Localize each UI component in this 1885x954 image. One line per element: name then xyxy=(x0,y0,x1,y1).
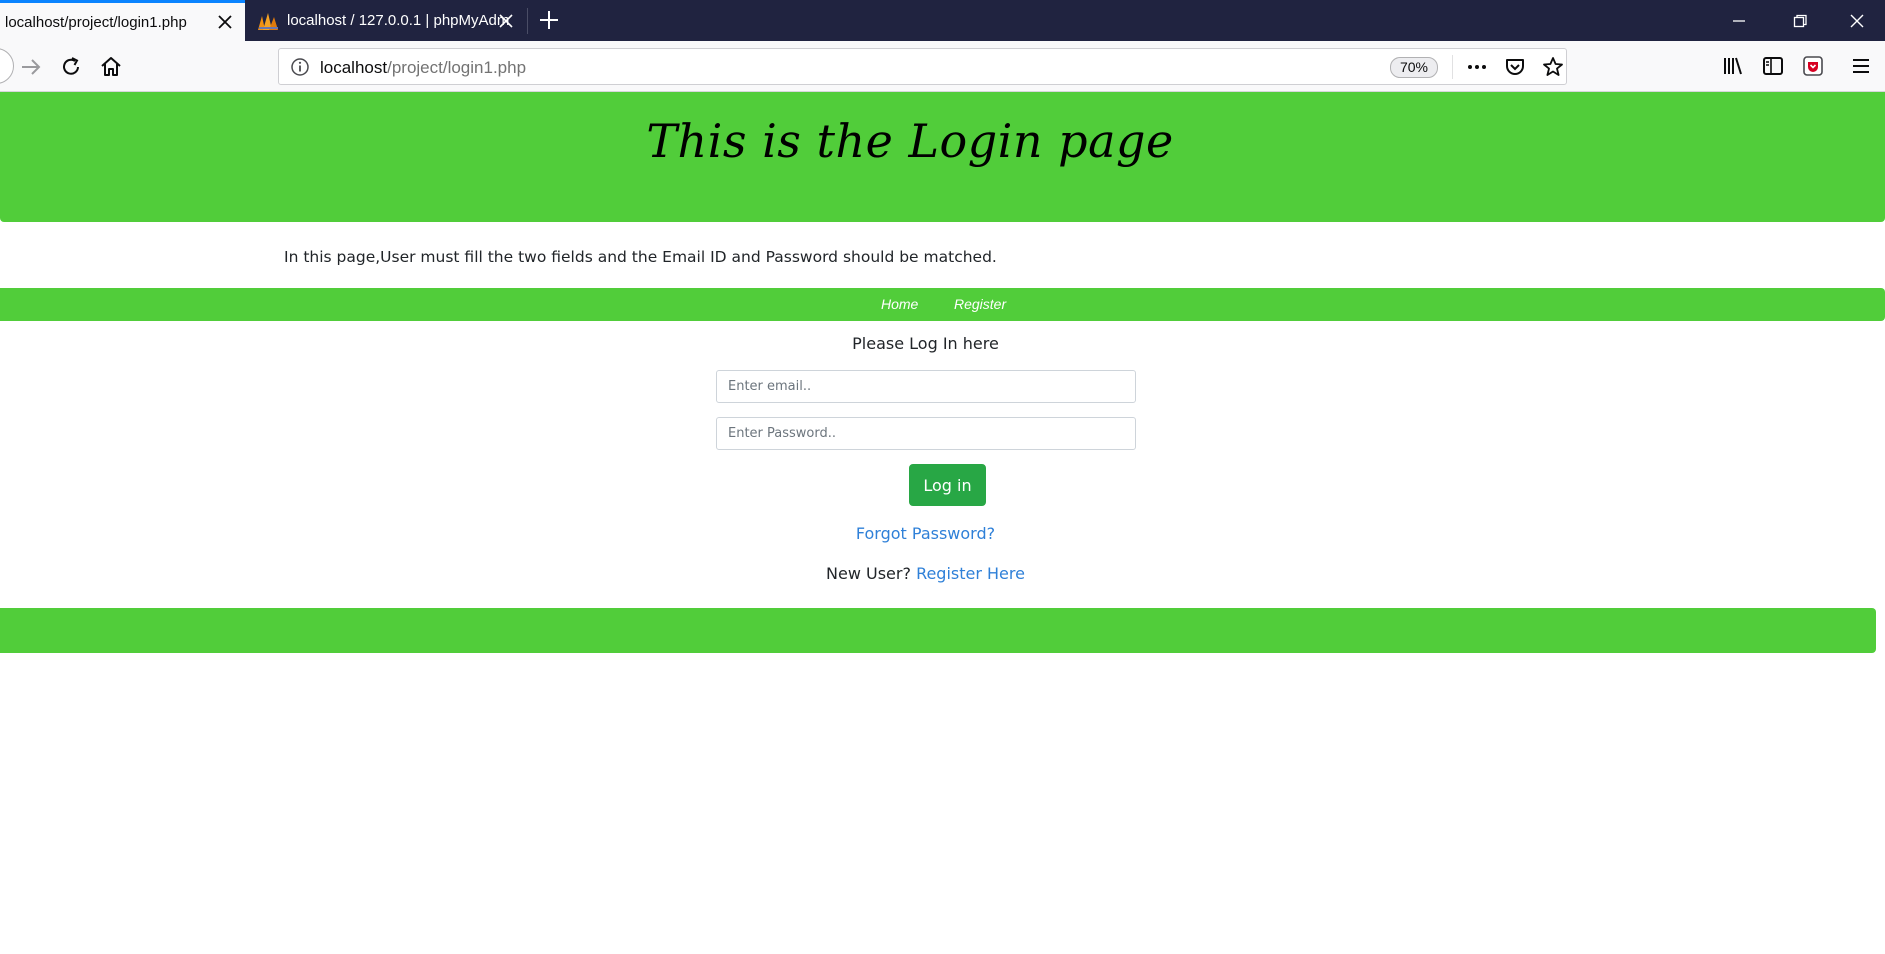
sidebar-icon[interactable] xyxy=(1760,53,1786,79)
email-input[interactable] xyxy=(716,370,1136,403)
close-window-icon[interactable] xyxy=(1844,8,1870,34)
forgot-password-link[interactable]: Forgot Password? xyxy=(856,524,995,543)
bookmark-star-icon[interactable] xyxy=(1541,55,1565,79)
back-button[interactable] xyxy=(0,48,14,84)
url-path: /project/login1.php xyxy=(387,58,527,77)
site-nav-bar: Home Register xyxy=(0,288,1885,321)
forward-arrow-icon[interactable] xyxy=(18,54,44,80)
nav-link-home[interactable]: Home xyxy=(881,296,918,312)
restore-icon[interactable] xyxy=(1787,8,1813,34)
tab-strip: localhost/project/login1.php localhost /… xyxy=(0,0,1885,41)
url-bar-separator xyxy=(1452,55,1453,79)
page-header: This is the Login page xyxy=(0,92,1885,222)
url-host: localhost xyxy=(320,58,388,77)
site-info-icon[interactable] xyxy=(289,56,311,78)
hamburger-menu-icon[interactable] xyxy=(1848,53,1874,79)
minimize-icon[interactable] xyxy=(1726,8,1752,34)
close-tab-icon[interactable] xyxy=(215,12,235,32)
new-user-text: New User? xyxy=(826,564,911,583)
page-title: This is the Login page xyxy=(646,114,1174,168)
library-icon[interactable] xyxy=(1720,53,1746,79)
zoom-level-badge[interactable]: 70% xyxy=(1390,57,1438,78)
page-footer xyxy=(0,608,1876,653)
password-input[interactable] xyxy=(716,417,1136,450)
intro-text: In this page,User must fill the two fiel… xyxy=(284,248,997,266)
tab-active[interactable]: localhost/project/login1.php xyxy=(0,0,245,41)
nav-link-register[interactable]: Register xyxy=(954,296,1006,312)
register-here-link[interactable]: Register Here xyxy=(916,564,1025,583)
tab-title: localhost/project/login1.php xyxy=(5,13,187,31)
reload-icon[interactable] xyxy=(58,54,84,80)
navigation-toolbar: localhost/project/login1.php 70% xyxy=(0,41,1885,92)
tab-separator xyxy=(527,8,528,34)
tab-title: localhost / 127.0.0.1 | phpMyAdmin xyxy=(287,12,509,29)
home-icon[interactable] xyxy=(98,54,124,80)
url-text[interactable]: localhost/project/login1.php xyxy=(320,58,526,78)
login-button[interactable]: Log in xyxy=(909,464,986,506)
tab-phpmyadmin[interactable]: localhost / 127.0.0.1 | phpMyAdmin xyxy=(246,0,526,41)
new-user-row: New User? Register Here xyxy=(0,564,1851,583)
close-tab-icon[interactable] xyxy=(496,11,516,31)
url-bar[interactable]: localhost/project/login1.php 70% xyxy=(278,48,1567,85)
extension-icon[interactable] xyxy=(1800,53,1826,79)
page-actions-icon[interactable] xyxy=(1465,55,1489,79)
login-heading: Please Log In here xyxy=(852,334,999,353)
new-tab-icon[interactable] xyxy=(536,7,562,33)
phpmyadmin-favicon-icon xyxy=(258,12,278,30)
forgot-password-row: Forgot Password? xyxy=(0,524,1851,543)
pocket-icon[interactable] xyxy=(1503,55,1527,79)
